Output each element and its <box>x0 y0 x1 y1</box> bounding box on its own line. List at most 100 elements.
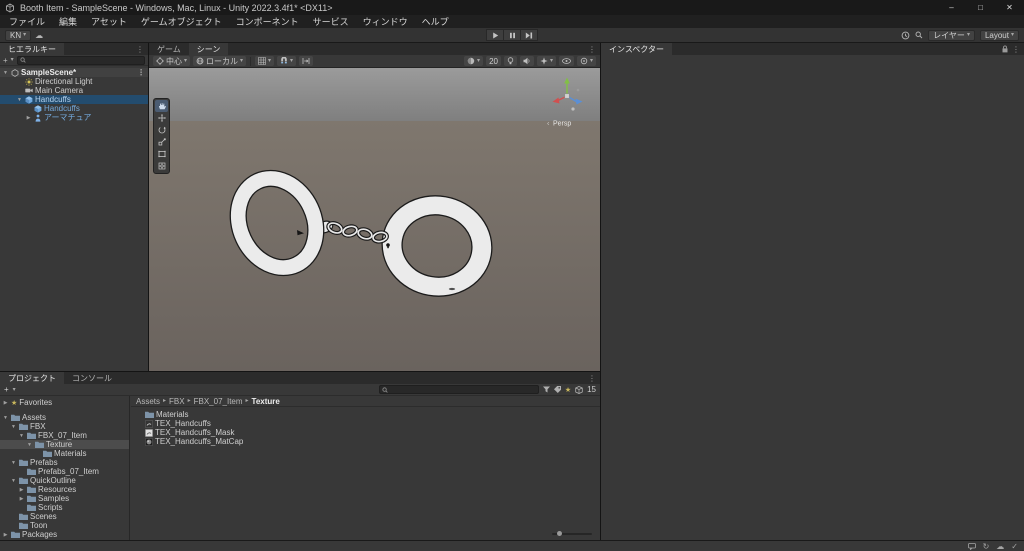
menu-assets[interactable]: アセット <box>84 15 134 28</box>
tree-row-prefabs[interactable]: ▼ Prefabs <box>0 458 129 467</box>
expand-arrow-icon[interactable]: ▼ <box>2 415 9 421</box>
hierarchy-row-directional-light[interactable]: Directional Light <box>0 77 148 86</box>
hierarchy-row-handcuffs-child[interactable]: Handcuffs <box>0 104 148 113</box>
expand-arrow-icon[interactable]: ▼ <box>10 460 17 466</box>
undo-history-icon[interactable] <box>901 31 910 40</box>
scene-audio-toggle[interactable] <box>519 56 534 66</box>
expand-arrow-icon[interactable]: ▼ <box>2 70 9 76</box>
tree-row-assets[interactable]: ▼ Assets <box>0 413 129 422</box>
console-message-icon[interactable] <box>967 542 976 550</box>
panel-menu-icon[interactable]: ⋮ <box>136 45 144 54</box>
play-button[interactable] <box>486 29 504 41</box>
tab-console[interactable]: コンソール <box>64 372 120 384</box>
expand-arrow-icon[interactable]: ▶ <box>18 487 25 493</box>
panel-menu-icon[interactable]: ⋮ <box>1012 45 1020 54</box>
pivot-mode-dropdown[interactable]: 中心 ▾ <box>153 56 191 66</box>
search-by-label-icon[interactable] <box>553 386 561 393</box>
auto-refresh-icon[interactable]: ↻ <box>983 542 990 551</box>
scale-tool-button[interactable] <box>155 136 168 148</box>
tab-scene[interactable]: シーン <box>188 43 229 55</box>
hierarchy-row-main-camera[interactable]: Main Camera <box>0 86 148 95</box>
tree-row-favorites[interactable]: ▶ ★ Favorites <box>0 398 129 407</box>
tree-row-prefabs-07-item[interactable]: Prefabs_07_Item <box>0 467 129 476</box>
layout-dropdown[interactable]: Layout ▾ <box>979 29 1019 41</box>
draw-mode-dropdown[interactable]: ▾ <box>464 56 484 66</box>
maximize-button[interactable]: □ <box>966 0 995 15</box>
rect-tool-button[interactable] <box>155 148 168 160</box>
save-search-icon[interactable]: ★ <box>565 386 571 394</box>
tree-row-materials[interactable]: Materials <box>0 449 129 458</box>
project-search-input[interactable] <box>378 385 539 394</box>
cloud-services-icon[interactable]: ☁ <box>35 31 43 40</box>
tree-row-fbx[interactable]: ▼ FBX <box>0 422 129 431</box>
account-button[interactable]: KN ▾ <box>5 29 32 41</box>
layers-dropdown[interactable]: レイヤー ▾ <box>928 29 975 41</box>
breadcrumb-texture[interactable]: Texture <box>252 397 280 406</box>
minimize-button[interactable]: – <box>937 0 966 15</box>
menu-edit[interactable]: 編集 <box>52 15 84 28</box>
transform-tool-button[interactable] <box>155 160 168 172</box>
step-button[interactable] <box>520 29 538 41</box>
view-tool-button[interactable] <box>155 100 168 112</box>
search-icon[interactable] <box>915 31 923 39</box>
create-button[interactable]: + <box>3 56 8 65</box>
file-row-materials[interactable]: Materials <box>131 410 600 419</box>
gizmos-dropdown[interactable]: ▾ <box>576 56 596 66</box>
breadcrumb-assets[interactable]: Assets <box>136 397 160 406</box>
hierarchy-row-handcuffs[interactable]: ▼ Handcuffs <box>0 95 148 104</box>
tab-project[interactable]: プロジェクト <box>0 372 64 384</box>
expand-arrow-icon[interactable]: ▶ <box>2 532 9 538</box>
menu-services[interactable]: サービス <box>306 15 356 28</box>
hierarchy-row-samplescene[interactable]: ▼ SampleScene* ⋮ <box>0 68 148 77</box>
scene-canvas[interactable]: ‹ Persp <box>149 68 600 371</box>
tab-inspector[interactable]: インスペクター <box>601 43 672 55</box>
scene-lighting-toggle[interactable] <box>503 56 517 66</box>
breadcrumb-fbx-07-item[interactable]: FBX_07_Item <box>194 397 243 406</box>
tree-row-toon[interactable]: Toon <box>0 521 129 530</box>
cloud-status-icon[interactable]: ☁ <box>996 542 1004 551</box>
search-by-type-icon[interactable] <box>542 386 550 393</box>
persp-label[interactable]: Persp <box>553 121 571 128</box>
pause-button[interactable] <box>503 29 521 41</box>
file-row-tex-handcuffs-matcap[interactable]: TEX_Handcuffs_MatCap <box>131 437 600 446</box>
tab-hierarchy[interactable]: ヒエラルキー <box>0 43 64 55</box>
expand-arrow-icon[interactable]: ▼ <box>18 433 25 439</box>
file-row-tex-handcuffs-mask[interactable]: TEX_Handcuffs_Mask <box>131 428 600 437</box>
tree-row-quickoutline[interactable]: ▼ QuickOutline <box>0 476 129 485</box>
expand-arrow-icon[interactable]: ▼ <box>26 442 33 448</box>
thumbnail-size-slider[interactable] <box>552 531 592 536</box>
scene-visibility-toggle[interactable] <box>558 56 574 66</box>
close-button[interactable]: ✕ <box>995 0 1024 15</box>
tree-row-scenes[interactable]: Scenes <box>0 512 129 521</box>
tree-row-texture[interactable]: ▼ Texture <box>0 440 129 449</box>
camera-fov-field[interactable]: 20 <box>486 56 501 66</box>
expand-arrow-icon[interactable]: ▼ <box>16 97 23 103</box>
menu-window[interactable]: ウィンドウ <box>356 15 415 28</box>
tree-row-packages[interactable]: ▶ Packages <box>0 530 129 539</box>
panel-menu-icon[interactable]: ⋮ <box>588 374 596 383</box>
file-row-tex-handcuffs[interactable]: TEX_Handcuffs <box>131 419 600 428</box>
activity-check-icon[interactable]: ✓ <box>1011 542 1018 551</box>
rotate-tool-button[interactable] <box>155 124 168 136</box>
create-button[interactable]: + <box>4 385 9 394</box>
expand-arrow-icon[interactable]: ▼ <box>10 478 17 484</box>
snap-increment-toggle[interactable] <box>299 56 314 66</box>
move-tool-button[interactable] <box>155 112 168 124</box>
expand-arrow-icon[interactable]: ▶ <box>25 115 32 121</box>
hidden-packages-icon[interactable] <box>575 385 583 394</box>
grid-visibility-dropdown[interactable]: ▾ <box>255 56 275 66</box>
menu-component[interactable]: コンポーネント <box>229 15 306 28</box>
scene-options-icon[interactable]: ⋮ <box>137 68 148 77</box>
tab-game[interactable]: ゲーム <box>149 43 189 55</box>
scene-effects-dropdown[interactable]: ▾ <box>536 56 556 66</box>
menu-gameobject[interactable]: ゲームオブジェクト <box>134 15 229 28</box>
lock-icon[interactable] <box>1002 45 1008 53</box>
slider-knob[interactable] <box>557 531 562 536</box>
tree-row-scripts[interactable]: Scripts <box>0 503 129 512</box>
expand-arrow-icon[interactable]: ▶ <box>2 400 9 406</box>
tree-row-samples[interactable]: ▶ Samples <box>0 494 129 503</box>
tree-row-fbx-07-item[interactable]: ▼ FBX_07_Item <box>0 431 129 440</box>
hierarchy-search-input[interactable] <box>16 55 145 65</box>
snap-toggle[interactable]: ▾ <box>277 56 297 66</box>
handle-space-dropdown[interactable]: ローカル ▾ <box>193 56 247 66</box>
